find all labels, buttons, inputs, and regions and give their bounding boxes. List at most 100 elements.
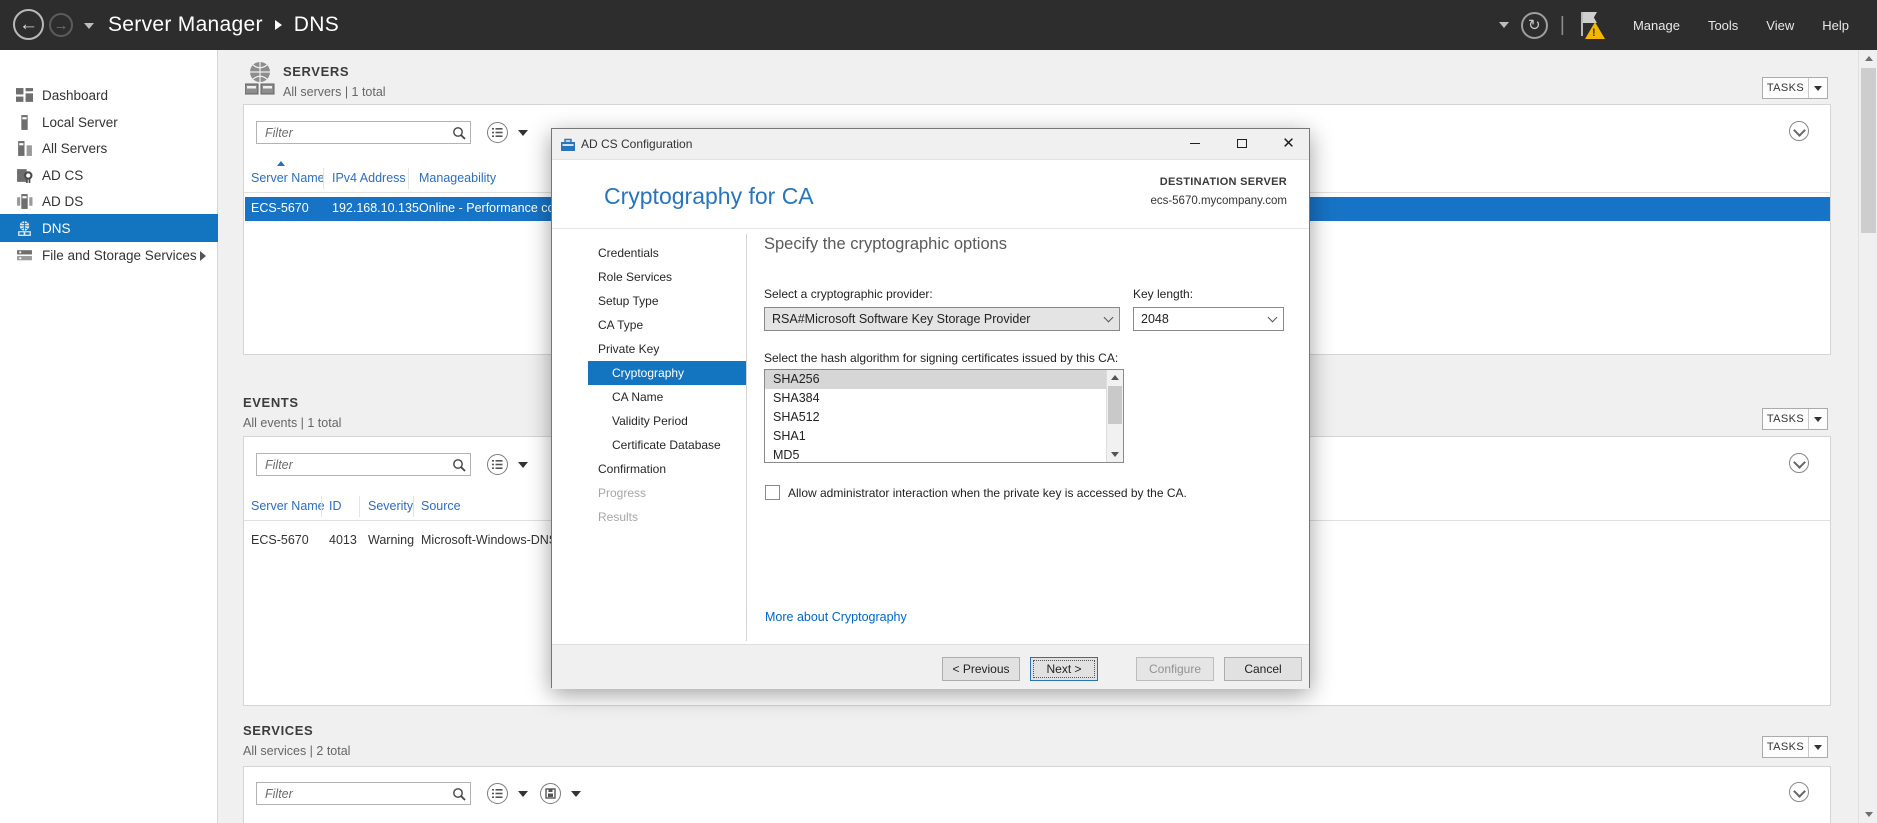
step-credentials[interactable]: Credentials [588, 241, 746, 265]
events-col-source[interactable]: Source [421, 499, 461, 513]
minimize-icon[interactable] [1176, 130, 1213, 157]
menu-tools[interactable]: Tools [1694, 0, 1752, 50]
events-collapse-icon[interactable] [1789, 453, 1809, 473]
sidebar-item-dns[interactable]: DNS [0, 214, 218, 242]
menu-help[interactable]: Help [1808, 0, 1863, 50]
scroll-up-icon[interactable] [1859, 50, 1877, 67]
servers-collapse-icon[interactable] [1789, 121, 1809, 141]
scroll-down-icon[interactable] [1107, 447, 1123, 462]
servers-col-manageability[interactable]: Manageability [419, 171, 496, 185]
servers-view-caret-icon[interactable] [518, 130, 528, 136]
dialog-titlebar[interactable]: AD CS Configuration ✕ [552, 129, 1309, 160]
servers-filter-input[interactable] [257, 126, 448, 140]
listbox-scrollbar-thumb[interactable] [1108, 386, 1122, 424]
sort-ascending-icon [277, 161, 285, 166]
maximize-icon[interactable] [1223, 130, 1260, 157]
services-view-caret-icon[interactable] [518, 791, 528, 797]
allow-admin-interaction-checkbox[interactable] [765, 485, 780, 500]
notifications-caret-icon[interactable] [1499, 22, 1509, 28]
search-icon [448, 787, 470, 801]
events-col-severity[interactable]: Severity [368, 499, 413, 513]
sidebar-item-label: AD CS [42, 168, 83, 183]
notification-flag-icon[interactable]: ! [1575, 10, 1605, 40]
file-storage-icon [16, 247, 33, 264]
key-length-combobox[interactable]: 2048 [1133, 307, 1284, 331]
hash-option-sha256[interactable]: SHA256 [765, 370, 1106, 389]
dns-icon [16, 220, 33, 237]
servers-tasks-button[interactable]: TASKS [1762, 77, 1828, 99]
events-tasks-button[interactable]: TASKS [1762, 408, 1828, 430]
menu-manage[interactable]: Manage [1619, 0, 1694, 50]
expand-chevron-icon[interactable] [200, 251, 206, 261]
services-collapse-icon[interactable] [1789, 782, 1809, 802]
key-length-value: 2048 [1134, 312, 1261, 326]
events-col-server-name[interactable]: Server Name [251, 499, 325, 513]
hash-option-sha384[interactable]: SHA384 [765, 389, 1106, 408]
step-validity-period[interactable]: Validity Period [588, 409, 746, 433]
events-section-subtitle: All events | 1 total [243, 416, 341, 430]
back-icon[interactable]: ← [13, 9, 44, 40]
cell-server-name: ECS-5670 [251, 201, 309, 215]
services-saved-filters-caret-icon[interactable] [571, 791, 581, 797]
breadcrumb-root[interactable]: Server Manager [108, 13, 263, 37]
events-col-id[interactable]: ID [329, 499, 342, 513]
servers-col-server-name[interactable]: Server Name [251, 171, 325, 185]
breadcrumb-current: DNS [294, 13, 339, 37]
hash-option-sha1[interactable]: SHA1 [765, 427, 1106, 446]
step-cryptography[interactable]: Cryptography [588, 361, 746, 385]
scroll-down-icon[interactable] [1859, 806, 1877, 823]
destination-server-label: DESTINATION SERVER [1160, 176, 1287, 188]
main-scrollbar[interactable] [1858, 50, 1877, 823]
sidebar-item-label: DNS [42, 221, 71, 236]
refresh-icon[interactable]: ↻ [1521, 12, 1548, 39]
menu-view[interactable]: View [1752, 0, 1808, 50]
events-view-caret-icon[interactable] [518, 462, 528, 468]
scrollbar-thumb[interactable] [1861, 68, 1876, 233]
events-list-view-icon[interactable] [487, 454, 508, 475]
services-list-view-icon[interactable] [487, 783, 508, 804]
hash-option-md5[interactable]: MD5 [765, 446, 1106, 463]
step-ca-type[interactable]: CA Type [588, 313, 746, 337]
sidebar-item-label: Dashboard [42, 88, 108, 103]
step-setup-type[interactable]: Setup Type [588, 289, 746, 313]
configure-button: Configure [1136, 657, 1214, 681]
steps-divider [746, 234, 747, 641]
adcs-configuration-dialog: AD CS Configuration ✕ Cryptography for C… [551, 128, 1310, 688]
sidebar-item-file-storage-services[interactable]: File and Storage Services [0, 242, 218, 269]
provider-combobox[interactable]: RSA#Microsoft Software Key Storage Provi… [764, 307, 1120, 331]
step-certificate-database[interactable]: Certificate Database [588, 433, 746, 457]
tasks-caret-icon [1809, 417, 1827, 422]
services-section-subtitle: All services | 2 total [243, 744, 350, 758]
services-tasks-button[interactable]: TASKS [1762, 736, 1828, 758]
sidebar-item-dashboard[interactable]: Dashboard [0, 82, 218, 109]
sidebar-item-label: Local Server [42, 115, 118, 130]
provider-label: Select a cryptographic provider: [764, 287, 933, 301]
more-about-cryptography-link[interactable]: More about Cryptography [765, 610, 907, 624]
scroll-up-icon[interactable] [1107, 370, 1123, 385]
servers-col-ipv4[interactable]: IPv4 Address [332, 171, 406, 185]
step-private-key[interactable]: Private Key [588, 337, 746, 361]
servers-section-icon [245, 61, 275, 97]
next-button[interactable]: Next > [1030, 657, 1098, 681]
sidebar-item-ad-cs[interactable]: AD CS [0, 162, 218, 189]
servers-list-view-icon[interactable] [487, 122, 508, 143]
sidebar-item-ad-ds[interactable]: AD DS [0, 188, 218, 215]
ad-cs-icon [16, 167, 33, 184]
cancel-button[interactable]: Cancel [1224, 657, 1302, 681]
events-filter-input[interactable] [257, 458, 448, 472]
hash-option-sha512[interactable]: SHA512 [765, 408, 1106, 427]
step-confirmation[interactable]: Confirmation [588, 457, 746, 481]
services-saved-filters-icon[interactable] [540, 783, 561, 804]
forward-icon[interactable]: → [49, 13, 73, 37]
search-icon [448, 458, 470, 472]
sidebar-item-all-servers[interactable]: All Servers [0, 135, 218, 162]
close-icon[interactable]: ✕ [1270, 130, 1307, 157]
step-ca-name[interactable]: CA Name [588, 385, 746, 409]
step-role-services[interactable]: Role Services [588, 265, 746, 289]
previous-button[interactable]: < Previous [942, 657, 1020, 681]
services-filter-input[interactable] [257, 787, 448, 801]
sidebar-item-local-server[interactable]: Local Server [0, 109, 218, 136]
tasks-label: TASKS [1763, 82, 1808, 94]
nav-history-caret-icon[interactable] [84, 23, 94, 29]
listbox-scrollbar[interactable] [1106, 370, 1123, 462]
